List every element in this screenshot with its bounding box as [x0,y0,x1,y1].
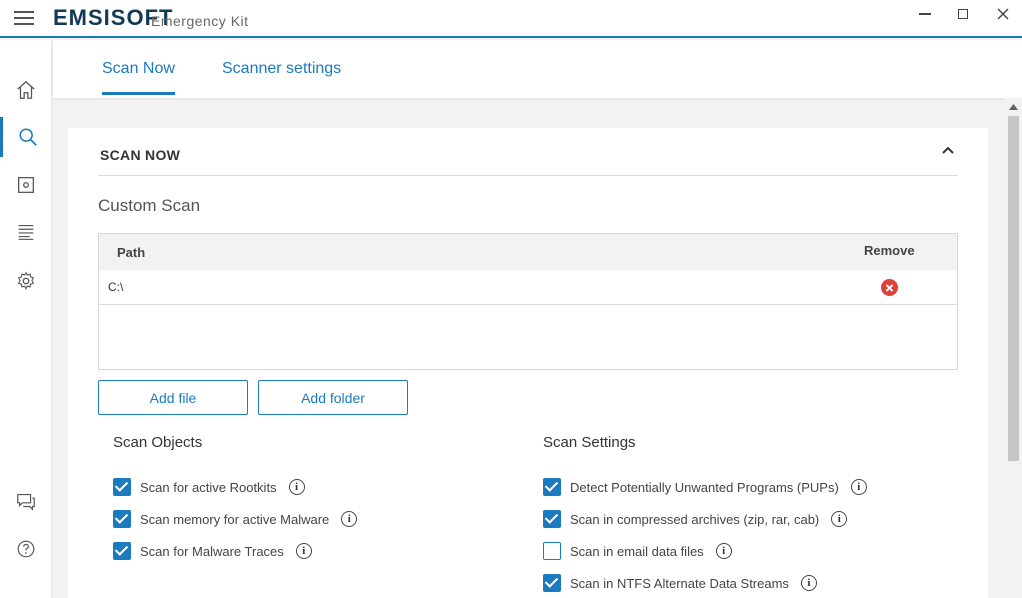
hamburger-icon[interactable] [14,11,36,27]
sidebar-item-settings[interactable] [0,261,52,301]
checkbox[interactable] [543,478,561,496]
checkbox[interactable] [543,542,561,560]
checkbox-malware-traces[interactable]: Scan for Malware Traces i [113,541,312,561]
minimize-icon [919,13,931,15]
search-icon [18,128,37,146]
scan-settings-heading: Scan Settings [543,434,636,451]
tab-scanner-settings[interactable]: Scanner settings [222,60,341,92]
checkbox-label: Scan for Malware Traces [140,543,284,559]
sidebar-item-logs[interactable] [0,212,52,252]
gear-icon [17,271,35,291]
close-icon [997,8,1009,20]
checkbox[interactable] [543,510,561,528]
add-file-button[interactable]: Add file [98,380,248,415]
sidebar-item-feedback[interactable] [0,481,52,521]
checkbox-email-data-files[interactable]: Scan in email data files i [543,541,732,561]
custom-scan-heading: Custom Scan [98,196,201,215]
product-name: Emergency Kit [151,13,249,29]
checkbox[interactable] [543,574,561,592]
remove-icon[interactable] [881,279,898,296]
info-icon[interactable]: i [850,479,867,495]
sidebar-item-scan[interactable] [0,117,52,157]
checkbox-label: Scan in compressed archives (zip, rar, c… [570,511,820,527]
info-icon[interactable]: i [288,479,305,495]
checkbox-active-rootkits[interactable]: Scan for active Rootkits i [113,477,305,497]
chat-icon [17,493,35,511]
quarantine-icon [18,177,34,193]
scroll-thumb[interactable] [1008,116,1019,461]
path-cell: C:\ [108,280,124,294]
tab-scan-now[interactable]: Scan Now [102,60,175,95]
checkbox-label: Scan for active Rootkits [140,479,277,495]
info-icon[interactable]: i [831,511,848,527]
checkbox-memory-malware[interactable]: Scan memory for active Malware i [113,509,358,529]
path-table: Path Remove C:\ [98,233,958,370]
panel-title: SCAN NOW [100,147,181,163]
info-icon[interactable]: i [295,543,312,559]
chevron-up-icon[interactable] [940,143,956,159]
checkbox-label: Scan memory for active Malware [140,511,330,527]
sidebar-item-quarantine[interactable] [0,165,52,205]
minimize-button[interactable] [905,0,945,28]
column-path: Path [117,245,146,260]
maximize-button[interactable] [943,0,983,28]
checkbox[interactable] [113,478,131,496]
table-row[interactable]: C:\ [99,270,957,305]
column-remove: Remove [864,243,915,258]
emsisoft-window: EMSISOFT Emergency Kit Scan Now Scanner … [0,0,1022,598]
info-icon[interactable]: i [341,511,358,527]
info-icon[interactable]: i [715,543,732,559]
checkbox-label: Detect Potentially Unwanted Programs (PU… [570,479,839,495]
add-folder-button[interactable]: Add folder [258,380,408,415]
logs-icon [18,224,34,240]
home-icon [17,80,35,99]
sidebar-item-help[interactable] [0,529,52,569]
close-button[interactable] [983,0,1022,28]
tab-bar: Scan Now Scanner settings [53,40,1022,98]
checkbox[interactable] [113,542,131,560]
info-icon[interactable]: i [800,575,817,591]
table-header: Path Remove [99,234,957,270]
checkbox-ntfs-streams[interactable]: Scan in NTFS Alternate Data Streams i [543,573,817,593]
checkbox-detect-pups[interactable]: Detect Potentially Unwanted Programs (PU… [543,477,867,497]
panel-header: SCAN NOW [98,144,958,176]
sidebar-item-home[interactable] [0,70,52,110]
scroll-up-button[interactable] [1005,98,1022,115]
checkbox-label: Scan in email data files [570,543,704,559]
sidebar [0,40,52,598]
maximize-icon [958,9,968,19]
scan-now-panel: SCAN NOW Custom Scan Path Remove C:\ Add… [68,128,988,598]
vertical-scrollbar[interactable] [1005,98,1022,598]
checkbox-compressed-archives[interactable]: Scan in compressed archives (zip, rar, c… [543,509,848,529]
title-bar: EMSISOFT Emergency Kit [0,0,1022,38]
chevron-up-icon [1009,103,1018,110]
scan-objects-heading: Scan Objects [113,434,203,451]
checkbox[interactable] [113,510,131,528]
help-icon [17,540,35,558]
checkbox-label: Scan in NTFS Alternate Data Streams [570,575,789,591]
